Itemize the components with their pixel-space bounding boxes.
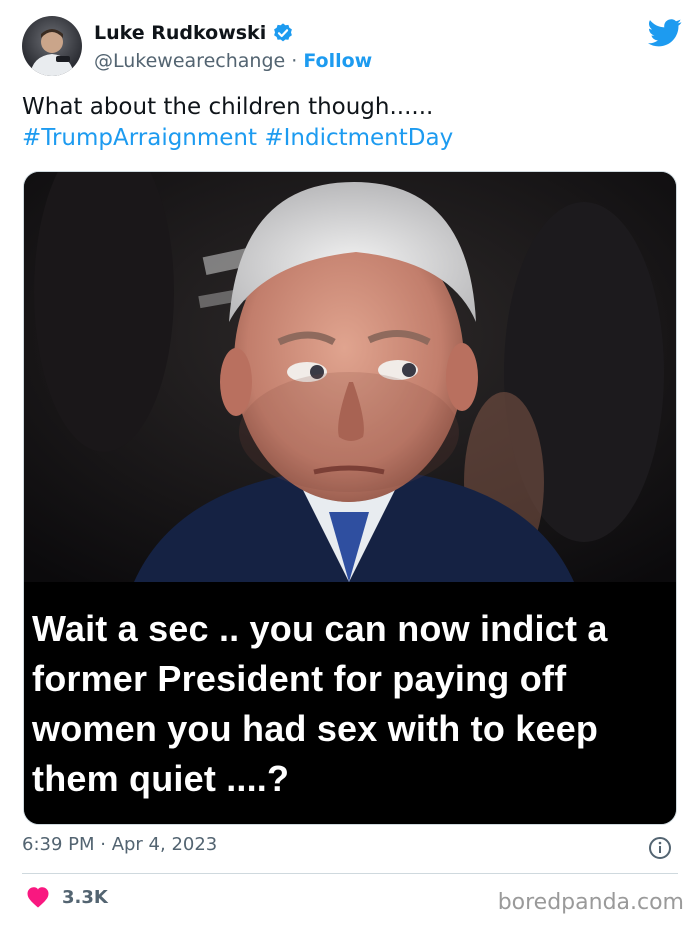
verified-badge-icon (272, 22, 294, 44)
author-handle[interactable]: @Lukewearechange (94, 50, 285, 72)
heart-icon[interactable] (26, 886, 50, 908)
hashtag-link[interactable]: #TrumpArraignment (22, 125, 257, 151)
like-button[interactable]: 3.3K (26, 886, 108, 908)
divider (22, 873, 678, 874)
meme-caption-line: former President for paying off (32, 658, 567, 699)
meme-caption-line: women you had sex with to keep (32, 708, 599, 749)
hashtag-row: #TrumpArraignment #IndictmentDay (22, 123, 682, 154)
author-name-row: Luke Rudkowski (94, 22, 294, 44)
tweet-body: What about the children though...... (22, 94, 434, 120)
meme-caption-box: Wait a sec .. you can now indict a forme… (24, 582, 676, 824)
tweet-text: What about the children though...... #Tr… (22, 92, 682, 154)
tweet-media[interactable]: Wait a sec .. you can now indict a forme… (23, 171, 677, 825)
meme-caption-line: Wait a sec .. you can now indict a (32, 608, 608, 649)
hashtag-link[interactable]: #IndictmentDay (264, 125, 453, 151)
watermark: boredpanda.com (497, 890, 684, 915)
avatar[interactable] (22, 16, 82, 76)
tweet-meta-row: 6:39 PM · Apr 4, 2023 (22, 834, 682, 862)
meme-caption-line: them quiet ....? (32, 758, 290, 799)
twitter-bird-icon[interactable] (648, 18, 682, 48)
handle-row: @Lukewearechange · Follow (94, 50, 372, 72)
like-count: 3.3K (62, 886, 108, 908)
separator-dot: · (285, 50, 304, 72)
info-icon[interactable] (648, 836, 672, 860)
tweet-timestamp[interactable]: 6:39 PM · Apr 4, 2023 (22, 834, 217, 855)
follow-button[interactable]: Follow (303, 50, 372, 72)
meme-photo (24, 172, 676, 582)
tweet-header: Luke Rudkowski @Lukewearechange · Follow (22, 16, 682, 82)
author-name[interactable]: Luke Rudkowski (94, 22, 266, 44)
